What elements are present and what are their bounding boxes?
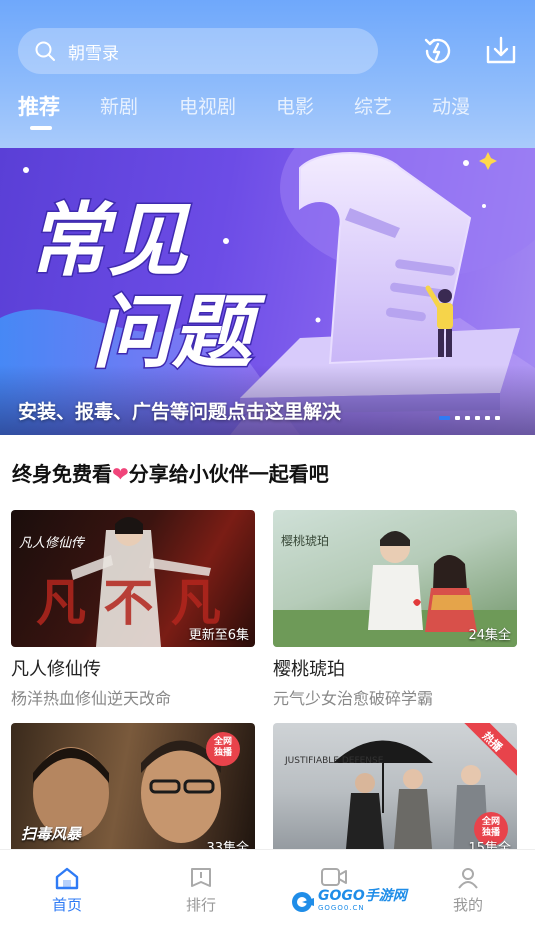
video-title[interactable]: 樱桃琥珀 [273, 655, 517, 681]
tab-variety[interactable]: 综艺 [354, 92, 392, 119]
top-header: 朝雪录 推荐 新剧 电视剧 电影 综艺 动漫 [0, 0, 535, 148]
tab-tv-series[interactable]: 电视剧 [179, 92, 236, 119]
tab-anime[interactable]: 动漫 [432, 92, 470, 119]
app-root: 朝雪录 推荐 新剧 电视剧 电影 综艺 动漫 常见 问题 安装、报毒、广告等问题… [0, 0, 535, 925]
exclusive-tag-text: 全网 独播 [213, 737, 232, 758]
video-card[interactable]: 扫毒风暴 全网 独播 33集全 [11, 723, 255, 860]
episode-badge: 更新至6集 [188, 628, 249, 643]
share-promo-heading: 终身免费看❤分享给小伙伴一起看吧 [12, 458, 329, 487]
promo-text-1: 终身免费看 [12, 462, 112, 486]
home-icon [55, 867, 79, 890]
category-tabs: 推荐 新剧 电视剧 电影 综艺 动漫 [0, 92, 535, 132]
carousel-dot[interactable] [455, 416, 460, 420]
video-title[interactable]: 凡人修仙传 [11, 655, 255, 681]
history-icon[interactable] [421, 34, 455, 68]
carousel-dot[interactable] [439, 416, 450, 420]
active-tab-indicator [30, 126, 52, 130]
faq-banner[interactable]: 常见 问题 安装、报毒、广告等问题点击这里解决 [0, 148, 535, 435]
video-card[interactable]: JUSTIFIABLE DEFENSE 热播 全网 独播 15集全 [273, 723, 517, 860]
video-card[interactable]: 樱桃琥珀 24集全 樱桃琥珀 元气少女治愈破碎学霸 [273, 510, 517, 709]
gogo-logo-icon [292, 892, 314, 912]
search-placeholder: 朝雪录 [68, 43, 119, 64]
user-icon [458, 868, 478, 889]
video-icon [321, 868, 347, 886]
carousel-dot[interactable] [475, 416, 480, 420]
video-poster[interactable]: JUSTIFIABLE DEFENSE 热播 全网 独播 15集全 [273, 723, 517, 860]
banner-caption[interactable]: 安装、报毒、广告等问题点击这里解决 [18, 397, 341, 424]
poster-logo-text: 凡人修仙传 [19, 536, 85, 551]
nav-home-label: 首页 [51, 896, 82, 914]
exclusive-tag: 全网 独播 [205, 731, 241, 767]
video-card[interactable]: 凡 不 凡 凡人修仙传 更新至6集 凡人修仙传 杨洋热血修仙逆天改命 [11, 510, 255, 709]
nav-ranking[interactable]: 排行 [156, 850, 246, 925]
nav-home[interactable]: 首页 [22, 850, 112, 925]
video-poster[interactable]: 凡 不 凡 凡人修仙传 更新至6集 [11, 510, 255, 647]
bottom-navigation: 首页 排行 我的 [0, 849, 535, 925]
ranking-icon [191, 868, 211, 887]
download-icon[interactable] [484, 34, 518, 68]
search-icon [35, 41, 55, 61]
poster-logo-text: 扫毒风暴 [21, 825, 82, 843]
search-bar[interactable]: 朝雪录 [18, 28, 378, 74]
video-subtitle: 元气少女治愈破碎学霸 [273, 689, 434, 708]
site-watermark: GOGO手游网 GOGO0.CN [290, 888, 407, 916]
nav-profile[interactable]: 我的 [423, 850, 513, 925]
nav-ranking-label: 排行 [185, 896, 216, 914]
poster-logo-text: 樱桃琥珀 [281, 534, 330, 548]
video-poster[interactable]: 樱桃琥珀 24集全 [273, 510, 517, 647]
carousel-dot[interactable] [485, 416, 490, 420]
video-poster[interactable]: 扫毒风暴 全网 独播 33集全 [11, 723, 255, 860]
carousel-dot[interactable] [465, 416, 470, 420]
watermark-text: GOGO手游网 [318, 888, 407, 904]
exclusive-tag-text: 全网 独播 [481, 817, 500, 838]
heart-icon: ❤ [112, 462, 129, 486]
banner-title-line1: 常见 [28, 194, 191, 287]
nav-profile-label: 我的 [452, 896, 483, 914]
poster-logo-text: JUSTIFIABLE DEFENSE [284, 756, 384, 766]
carousel-dot[interactable] [495, 416, 500, 420]
carousel-indicator [439, 416, 500, 420]
tab-new-drama[interactable]: 新剧 [100, 92, 138, 119]
video-subtitle: 杨洋热血修仙逆天改命 [11, 689, 172, 708]
tab-recommend[interactable]: 推荐 [18, 91, 60, 121]
promo-text-2: 分享给小伙伴一起看吧 [128, 462, 329, 486]
episode-badge: 24集全 [468, 628, 511, 643]
tab-movie[interactable]: 电影 [276, 92, 314, 119]
